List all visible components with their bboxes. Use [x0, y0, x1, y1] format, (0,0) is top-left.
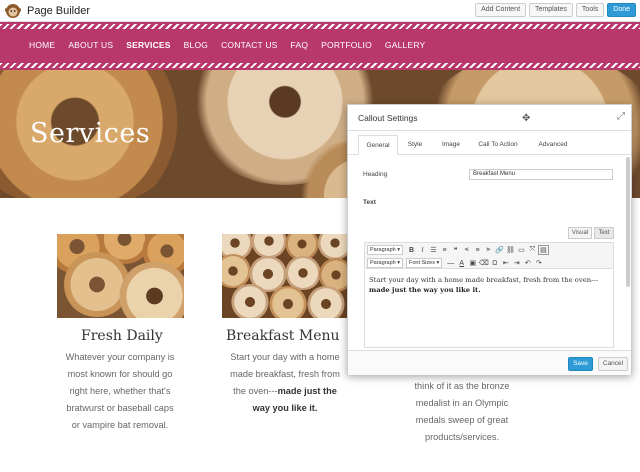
heading-label: Heading	[363, 171, 388, 178]
visual-tab[interactable]: Visual	[568, 227, 592, 239]
indent-icon[interactable]: ⇥	[511, 259, 522, 267]
hero-title: Services	[30, 118, 151, 149]
fullscreen-icon[interactable]: ⤧	[527, 246, 538, 254]
move-icon[interactable]: ✥	[522, 113, 530, 124]
numbered-list-icon[interactable]: ≡	[439, 247, 450, 254]
tools-button[interactable]: Tools	[575, 3, 605, 17]
nav-border-bottom	[0, 63, 640, 68]
dialog-header[interactable]: Callout Settings ✥ ⤢	[348, 105, 631, 131]
page-builder-screen: { "app": { "title": "Page Builder" }, "t…	[0, 0, 640, 472]
horizontal-line-icon[interactable]: —	[445, 260, 456, 267]
tab-call-to-action[interactable]: Call To Action	[473, 135, 523, 155]
text-color-icon[interactable]: A	[456, 260, 467, 267]
breakfast-menu-text: Start your day with a home made breakfas…	[230, 352, 340, 413]
fresh-daily-image	[57, 234, 184, 318]
nav-home[interactable]: HOME	[29, 40, 55, 50]
text-tab[interactable]: Text	[594, 227, 614, 239]
nav-border-top	[0, 24, 640, 29]
tab-image[interactable]: Image	[436, 135, 466, 155]
blockquote-icon[interactable]: ❝	[450, 246, 461, 254]
monkey-logo-icon	[5, 3, 21, 18]
align-center-icon[interactable]: ≡	[472, 247, 483, 254]
site-navigation: HOME ABOUT US SERVICES BLOG CONTACT US F…	[0, 22, 640, 70]
format-select-secondary[interactable]: Paragraph ▾	[367, 258, 403, 268]
align-left-icon[interactable]: ⫷	[461, 246, 472, 254]
save-button[interactable]: Save	[568, 357, 593, 371]
link-icon[interactable]: 🔗	[494, 246, 505, 254]
done-button[interactable]: Done	[607, 3, 636, 17]
cancel-button[interactable]: Cancel	[598, 357, 628, 371]
bullet-list-icon[interactable]: ☰	[428, 246, 439, 254]
fresh-daily-text: Whatever your company is most known for …	[65, 352, 175, 430]
toolbar-toggle-icon[interactable]: ▤	[537, 245, 549, 255]
editor-toolbar: Paragraph ▾ B I ☰ ≡ ❝ ⫷ ≡ ⫸ 🔗 ⛓ ▭ ⤧ ▤ Pa…	[364, 242, 614, 269]
templates-button[interactable]: Templates	[529, 3, 573, 17]
italic-icon[interactable]: I	[417, 247, 428, 254]
unlink-icon[interactable]: ⛓	[505, 246, 516, 254]
outdent-icon[interactable]: ⇤	[500, 259, 511, 267]
undo-icon[interactable]: ↶	[522, 259, 533, 267]
paste-text-icon[interactable]: ▣	[467, 259, 478, 267]
read-more-icon[interactable]: ▭	[516, 246, 527, 254]
special-char-icon[interactable]: Ω	[489, 260, 500, 267]
callout-settings-dialog: Callout Settings ✥ ⤢ General Style Image…	[347, 104, 632, 375]
nav-about-us[interactable]: ABOUT US	[68, 40, 113, 50]
nav-faq[interactable]: FAQ	[291, 40, 309, 50]
heading-input[interactable]: Breakfast Menu	[469, 169, 613, 180]
text-editor[interactable]: Start your day with a home made breakfas…	[364, 270, 614, 348]
clear-format-icon[interactable]: ⌫	[478, 259, 489, 267]
tab-style[interactable]: Style	[400, 135, 430, 155]
expand-icon[interactable]: ⤢	[617, 111, 625, 122]
nav-services[interactable]: SERVICES	[126, 40, 170, 50]
nav-portfolio[interactable]: PORTFOLIO	[321, 40, 372, 50]
nav-gallery[interactable]: GALLERY	[385, 40, 425, 50]
nav-contact-us[interactable]: CONTACT US	[221, 40, 277, 50]
fresh-daily-title: Fresh Daily	[81, 328, 163, 344]
breakfast-menu-image	[222, 234, 348, 318]
dialog-title: Callout Settings	[358, 113, 418, 123]
dialog-footer: Save Cancel	[348, 350, 631, 375]
tab-advanced[interactable]: Advanced	[532, 135, 574, 155]
add-content-button[interactable]: Add Content	[475, 3, 527, 17]
font-sizes-select[interactable]: Font Sizes ▾	[405, 258, 443, 268]
dialog-scrollbar[interactable]	[626, 157, 630, 287]
tab-general[interactable]: General	[358, 135, 398, 155]
align-right-icon[interactable]: ⫸	[483, 246, 494, 254]
nav-blog[interactable]: BLOG	[184, 40, 208, 50]
redo-icon[interactable]: ↷	[533, 259, 544, 267]
text-label: Text	[363, 199, 376, 206]
format-select[interactable]: Paragraph ▾	[367, 245, 403, 255]
bold-icon[interactable]: B	[406, 247, 417, 254]
breakfast-menu-title: Breakfast Menu	[226, 328, 340, 344]
third-card-text: think of it as the bronze medalist in an…	[414, 381, 510, 442]
app-title: Page Builder	[27, 4, 90, 17]
page-builder-toolbar: Page Builder Add Content Templates Tools…	[0, 0, 640, 22]
settings-tabs: General Style Image Call To Action Advan…	[348, 135, 631, 155]
